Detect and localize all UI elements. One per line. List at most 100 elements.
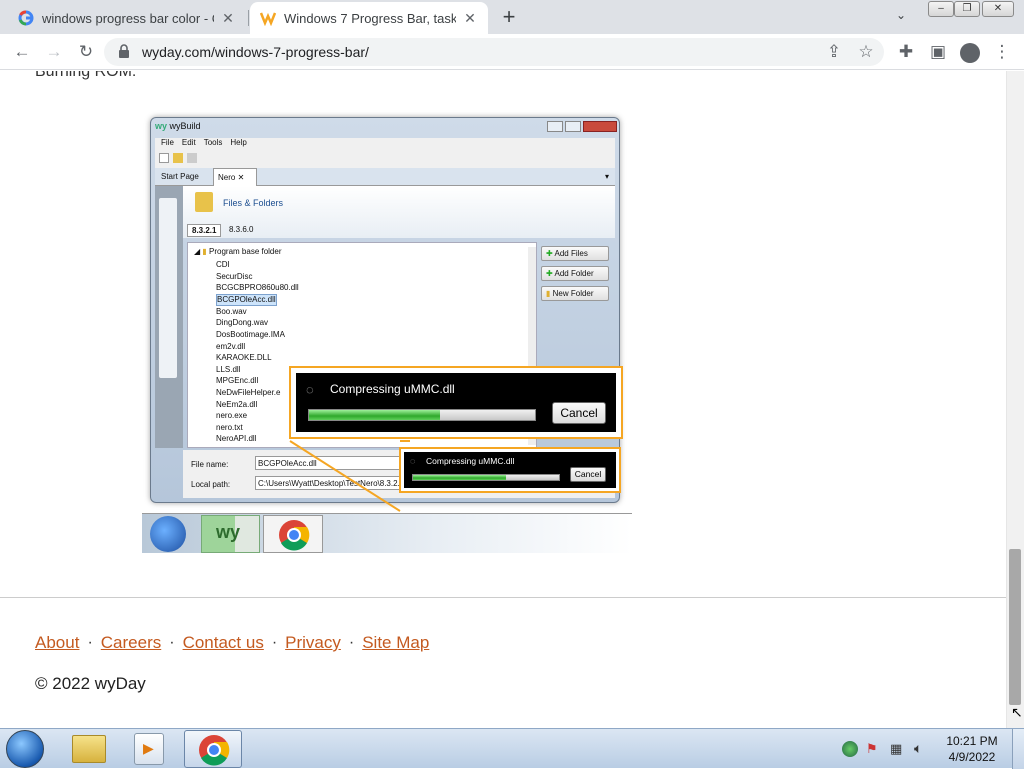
wybuild-title: wy wyBuild <box>155 121 201 131</box>
contact-link[interactable]: Contact us <box>183 633 264 653</box>
dialog-text: Compressing uMMC.dll <box>426 456 515 466</box>
action-center-flag-icon[interactable]: ⚑ <box>866 741 878 757</box>
separator: · <box>87 634 93 651</box>
chrome-taskbar-button[interactable] <box>184 730 242 768</box>
section-title: Files & Folders <box>223 198 284 208</box>
network-icon[interactable]: ▦ <box>890 741 902 757</box>
file-name-label: File name: <box>191 460 229 469</box>
separator: · <box>348 634 355 651</box>
tab-search-icon[interactable]: ⌄ <box>896 8 906 22</box>
reload-icon[interactable]: ↻ <box>74 40 98 64</box>
dialog-body: ◌ Compressing uMMC.dll Cancel <box>296 373 616 432</box>
tab-wyday[interactable]: Windows 7 Progress Bar, taskbar ✕ <box>250 2 488 34</box>
minimize-button[interactable]: ‒ <box>928 1 954 17</box>
copyright: © 2022 wyDay <box>35 674 146 693</box>
spinner-icon: ◌ <box>306 382 314 397</box>
close-icon <box>583 121 617 132</box>
sitemap-link[interactable]: Site Map <box>362 633 429 653</box>
bookmark-star-icon[interactable]: ☆ <box>854 40 878 64</box>
version-tab-active: 8.3.2.1 <box>187 224 222 237</box>
section-header: Files & Folders 8.3.2.1 8.3.6.0 <box>183 186 615 238</box>
privacy-link[interactable]: Privacy <box>285 633 341 653</box>
compress-dialog-small: ◌ Compressing uMMC.dll Cancel <box>399 447 621 493</box>
spinner-icon: ◌ <box>410 456 416 466</box>
lock-icon <box>118 44 132 60</box>
file-item: SecurDisc <box>216 271 253 281</box>
close-tab-icon[interactable]: ✕ <box>462 10 478 27</box>
menu-item: Tools <box>203 138 223 147</box>
media-player-icon[interactable]: ▶ <box>134 733 164 765</box>
add-folder-button: ✚ Add Folder <box>541 266 609 281</box>
max-icon <box>565 121 581 132</box>
back-icon[interactable]: ← <box>10 40 34 64</box>
dropdown-icon: ▾ <box>605 172 610 181</box>
version-tab: 8.3.6.0 <box>229 225 254 234</box>
left-icon-bar <box>155 186 183 448</box>
tree-root: ◢ ▮ Program base folder <box>194 247 282 256</box>
file-item: BCGPOleAcc.dll <box>216 293 277 306</box>
new-tab-button[interactable]: + <box>498 6 520 29</box>
start-button[interactable] <box>6 730 44 768</box>
volume-icon[interactable]: 🔈︎ <box>914 740 922 757</box>
progress-fill <box>413 475 507 480</box>
tab-title: Windows 7 Progress Bar, taskbar <box>284 10 456 26</box>
new-icon <box>159 153 169 163</box>
cancel-button-large: Cancel <box>552 402 606 424</box>
folder-icon <box>195 192 213 212</box>
restore-button[interactable]: ❐ <box>954 1 980 17</box>
side-panel-icon[interactable]: ▣ <box>926 40 950 64</box>
footer-divider <box>0 597 1006 598</box>
save-icon <box>187 153 197 163</box>
tab-title: windows progress bar color - Go <box>42 10 214 26</box>
dialog-body: ◌ Compressing uMMC.dll Cancel <box>404 452 616 488</box>
file-item: Boo.wav <box>216 306 247 316</box>
local-path-label: Local path: <box>191 480 231 489</box>
menu-item: File <box>161 138 174 147</box>
forward-icon[interactable]: → <box>42 40 66 64</box>
wybuild-toolbar <box>155 150 615 168</box>
doc-tab-strip: Start Page Nero ✕ ▾ <box>155 168 615 186</box>
windows-taskbar: ▶ ⚑ ▦ 🔈︎ 10:21 PM 4/9/2022 <box>0 728 1024 769</box>
doc-tab: Start Page <box>161 172 199 181</box>
clock-time: 10:21 PM <box>946 734 998 748</box>
clock-date: 4/9/2022 <box>948 750 996 764</box>
share-icon[interactable]: ⇪ <box>822 40 846 64</box>
careers-link[interactable]: Careers <box>101 633 161 653</box>
min-icon <box>547 121 563 132</box>
mouse-cursor-icon: ↖ <box>1011 704 1023 720</box>
dialog-text: Compressing uMMC.dll <box>330 382 455 396</box>
separator: · <box>271 634 278 651</box>
compress-dialog-large: ◌ Compressing uMMC.dll Cancel <box>289 366 623 439</box>
app-title: wyBuild <box>169 121 201 131</box>
menu-item: Help <box>230 138 247 147</box>
progress-bar-small <box>412 474 560 481</box>
win7-taskbar-screenshot: wy <box>142 513 632 553</box>
file-item: DosBootimage.IMA <box>216 329 285 339</box>
new-folder-button: ▮ New Folder <box>541 286 609 301</box>
tab-google-search[interactable]: windows progress bar color - Go ✕ <box>8 2 246 34</box>
open-folder-icon <box>173 153 183 163</box>
tab-separator <box>248 10 249 26</box>
page-content: Burning ROM: wy wyBuild File Edit Tools … <box>0 71 1006 728</box>
explorer-icon[interactable] <box>72 735 106 763</box>
wybuild-logo-icon: wy <box>155 121 168 131</box>
side-buttons: ✚ Add Files ✚ Add Folder ▮ New Folder <box>541 246 609 301</box>
system-clock[interactable]: 10:21 PM 4/9/2022 <box>940 733 1004 765</box>
menu-kebab-icon[interactable]: ⋮ <box>990 40 1014 64</box>
show-desktop-button[interactable] <box>1012 729 1024 769</box>
close-window-button[interactable]: ✕ <box>982 1 1014 17</box>
cancel-button-small: Cancel <box>570 467 606 482</box>
file-item: BCGCBPRO860u80.dll <box>216 283 299 293</box>
wybuild-menu: File Edit Tools Help <box>155 138 615 150</box>
wyday-icon <box>259 10 277 27</box>
google-icon <box>18 10 34 26</box>
network-globe-icon[interactable] <box>842 741 858 757</box>
section-text: Burning ROM: <box>35 71 137 80</box>
about-link[interactable]: About <box>35 633 79 653</box>
profile-avatar[interactable] <box>960 43 980 63</box>
menu-item: Edit <box>181 138 196 147</box>
scrollbar-thumb[interactable] <box>1009 549 1021 705</box>
extensions-puzzle-icon[interactable]: ✚ <box>894 40 918 64</box>
address-bar[interactable]: wyday.com/windows-7-progress-bar/ <box>104 38 884 66</box>
close-tab-icon[interactable]: ✕ <box>220 10 236 27</box>
